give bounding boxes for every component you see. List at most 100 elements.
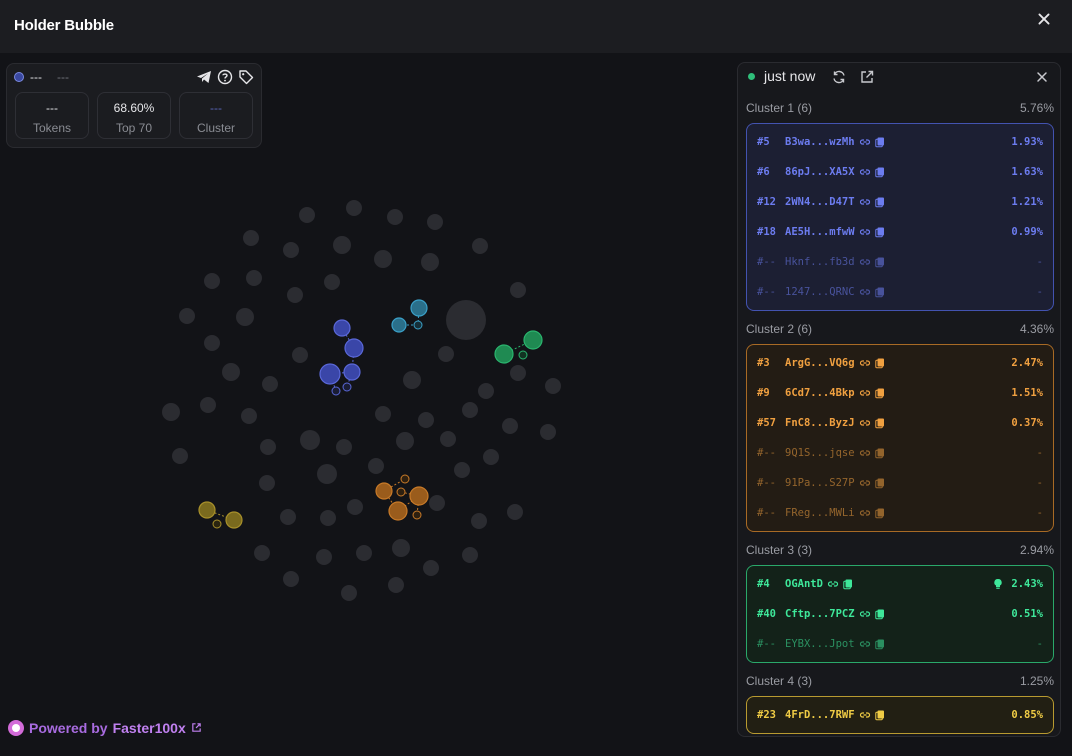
holder-bubble[interactable]: [423, 560, 439, 576]
holder-bubble[interactable]: [246, 270, 262, 286]
holder-bubble[interactable]: [472, 238, 488, 254]
link-icon[interactable]: [859, 709, 871, 721]
link-icon[interactable]: [859, 357, 871, 369]
holder-address[interactable]: Hknf...fb3d: [785, 256, 855, 268]
holder-bubble[interactable]: [299, 207, 315, 223]
holder-bubble[interactable]: [254, 545, 270, 561]
link-icon[interactable]: [859, 196, 871, 208]
holder-bubble[interactable]: [300, 430, 320, 450]
holder-bubble[interactable]: [292, 347, 308, 363]
holder-bubble[interactable]: [204, 335, 220, 351]
holder-bubble[interactable]: [324, 274, 340, 290]
holder-bubble[interactable]: [429, 495, 445, 511]
holder-address[interactable]: AE5H...mfwW: [785, 226, 855, 238]
cluster3-bubble[interactable]: [494, 344, 514, 364]
holder-bubble[interactable]: [162, 403, 180, 421]
copy-icon[interactable]: [874, 387, 886, 399]
holder-bubble[interactable]: [478, 383, 494, 399]
cluster2-hidden-bubble[interactable]: [412, 510, 422, 520]
holder-bubble[interactable]: [317, 464, 337, 484]
holder-address[interactable]: 86pJ...XA5X: [785, 166, 855, 178]
holder-bubble[interactable]: [392, 539, 410, 557]
link-icon[interactable]: [859, 477, 871, 489]
holder-bubble[interactable]: [204, 273, 220, 289]
cluster1-hidden-bubble[interactable]: [331, 386, 341, 396]
cluster2-bubble[interactable]: [375, 482, 393, 500]
link-icon[interactable]: [859, 417, 871, 429]
link-icon[interactable]: [859, 136, 871, 148]
link-icon[interactable]: [859, 166, 871, 178]
holder-bubble[interactable]: [241, 408, 257, 424]
teal-bubble[interactable]: [391, 317, 407, 333]
holder-bubble[interactable]: [438, 346, 454, 362]
holder-bubble[interactable]: [346, 200, 362, 216]
copy-icon[interactable]: [874, 357, 886, 369]
holder-bubble[interactable]: [243, 230, 259, 246]
holder-bubble[interactable]: [287, 287, 303, 303]
close-panel-icon[interactable]: [1034, 69, 1050, 85]
holder-bubble[interactable]: [374, 250, 392, 268]
holder-bubble[interactable]: [172, 448, 188, 464]
holder-bubble[interactable]: [454, 462, 470, 478]
holder-row[interactable]: #-- 91Pa...S27P -: [757, 468, 1043, 498]
holder-address[interactable]: Cftp...7PCZ: [785, 608, 855, 620]
holder-bubble[interactable]: [502, 418, 518, 434]
link-icon[interactable]: [859, 387, 871, 399]
holder-bubble[interactable]: [440, 431, 456, 447]
holder-row[interactable]: #4 OGAntD 2.43%: [757, 569, 1043, 599]
close-icon[interactable]: [1033, 8, 1055, 30]
holder-address[interactable]: FReg...MWLi: [785, 507, 855, 519]
holder-address[interactable]: 1247...QRNC: [785, 286, 855, 298]
copy-icon[interactable]: [874, 256, 886, 268]
copy-icon[interactable]: [874, 196, 886, 208]
holder-bubble[interactable]: [388, 577, 404, 593]
link-icon[interactable]: [859, 256, 871, 268]
holder-bubble[interactable]: [222, 363, 240, 381]
holder-row[interactable]: #57 FnC8...ByzJ 0.37%: [757, 408, 1043, 438]
cluster2-hidden-bubble[interactable]: [396, 487, 406, 497]
holder-bubble[interactable]: [368, 458, 384, 474]
copy-icon[interactable]: [874, 226, 886, 238]
holder-bubble[interactable]: [462, 547, 478, 563]
teal-bubble[interactable]: [410, 299, 428, 317]
copy-icon[interactable]: [874, 709, 886, 721]
holder-row[interactable]: #18 AE5H...mfwW 0.99%: [757, 217, 1043, 247]
holder-bubble[interactable]: [510, 282, 526, 298]
holder-bubble[interactable]: [427, 214, 443, 230]
powered-by-link[interactable]: Faster100x: [113, 720, 186, 736]
link-icon[interactable]: [859, 286, 871, 298]
holder-bubble[interactable]: [333, 236, 351, 254]
holder-bubble[interactable]: [418, 412, 434, 428]
holder-bubble[interactable]: [421, 253, 439, 271]
holder-bubble[interactable]: [507, 504, 523, 520]
copy-icon[interactable]: [874, 507, 886, 519]
holder-bubble[interactable]: [396, 432, 414, 450]
holder-address[interactable]: B3wa...wzMh: [785, 136, 855, 148]
holder-bubble[interactable]: [341, 585, 357, 601]
holder-bubble[interactable]: [510, 365, 526, 381]
holder-bubble[interactable]: [179, 308, 195, 324]
copy-icon[interactable]: [842, 578, 854, 590]
holder-address[interactable]: 6Cd7...4Bkp: [785, 387, 855, 399]
cluster4-bubble[interactable]: [198, 501, 216, 519]
holder-address[interactable]: ArgG...VQ6g: [785, 357, 855, 369]
link-icon[interactable]: [859, 608, 871, 620]
holder-bubble[interactable]: [316, 549, 332, 565]
cluster2-bubble[interactable]: [388, 501, 408, 521]
holder-bubble[interactable]: [200, 397, 216, 413]
bubble-map[interactable]: [0, 53, 736, 756]
bubble-map-svg[interactable]: [0, 53, 736, 756]
cluster1-hidden-bubble[interactable]: [342, 382, 352, 392]
cluster1-bubble[interactable]: [343, 363, 361, 381]
cluster2-hidden-bubble[interactable]: [400, 474, 410, 484]
copy-icon[interactable]: [874, 638, 886, 650]
holder-row[interactable]: #-- FReg...MWLi -: [757, 498, 1043, 528]
holder-row[interactable]: #-- 9Q1S...jqse -: [757, 438, 1043, 468]
link-icon[interactable]: [859, 447, 871, 459]
holder-bubble[interactable]: [259, 475, 275, 491]
holder-row[interactable]: #-- 1247...QRNC -: [757, 277, 1043, 307]
copy-icon[interactable]: [874, 447, 886, 459]
holder-address[interactable]: OGAntD: [785, 578, 823, 590]
link-icon[interactable]: [859, 507, 871, 519]
holder-bubble[interactable]: [283, 571, 299, 587]
